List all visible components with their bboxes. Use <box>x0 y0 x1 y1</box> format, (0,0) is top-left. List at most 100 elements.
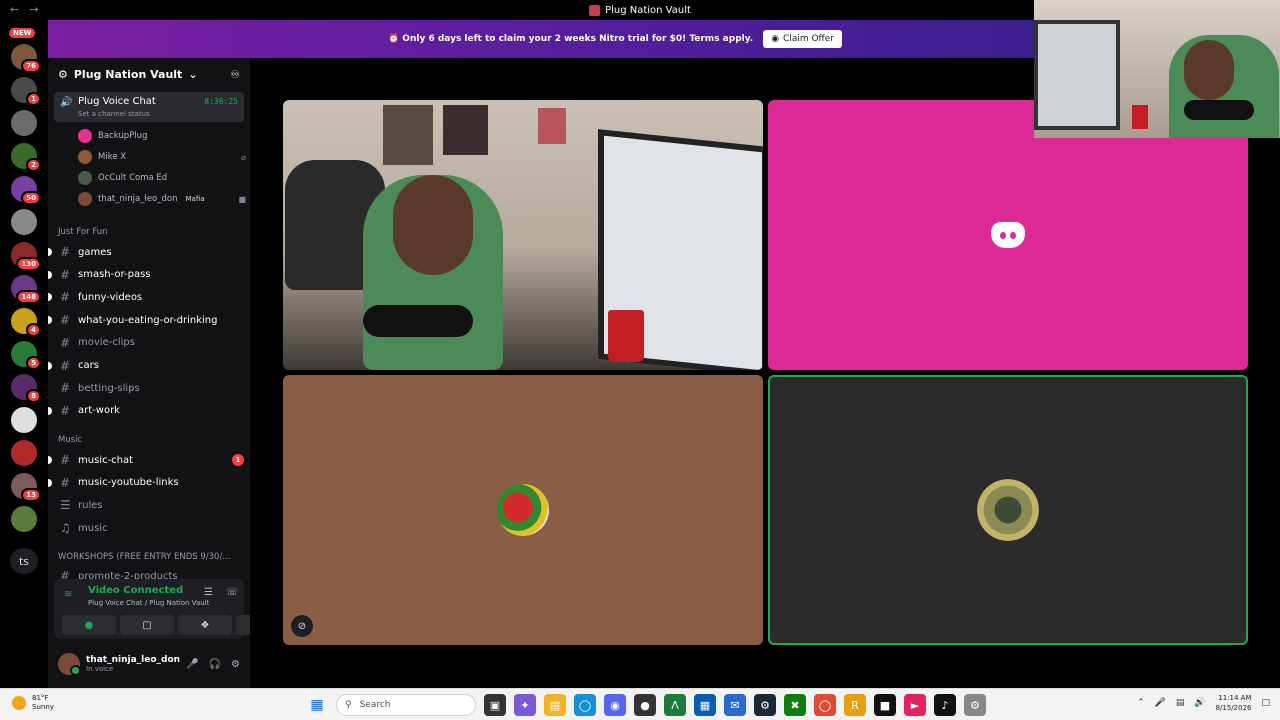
server-ts[interactable]: ts <box>10 548 38 574</box>
voice-connected-panel: ≋ Video Connected Plug Voice Chat / Plug… <box>54 579 250 639</box>
member-name: Mike X <box>98 152 127 162</box>
channel-item[interactable]: # movie-clips <box>58 333 244 353</box>
windows-start-icon[interactable]: ▦ <box>306 694 328 716</box>
channel-item[interactable]: # smash-or-pass <box>48 265 244 285</box>
task-view-icon[interactable]: ▣ <box>484 694 506 716</box>
category-music[interactable]: Music <box>58 435 82 445</box>
server-icon[interactable]: 76 <box>11 44 41 73</box>
activities-button[interactable]: ❖ <box>178 615 232 635</box>
server-icon[interactable]: 148 <box>11 275 41 304</box>
category-workshops[interactable]: WORKSHOPS (FREE ENTRY ENDS 9/30/... <box>58 552 230 562</box>
channel-item[interactable]: # what-you-eating-or-drinking <box>48 310 244 330</box>
computer-monitor <box>1034 20 1120 130</box>
channel-item[interactable]: # music-youtube-links <box>48 473 244 493</box>
tiktok-icon[interactable]: ♪ <box>934 694 956 716</box>
user-panel: that_ninja_leo_don In voice 🎤 🎧 ⚙ <box>54 646 244 682</box>
forward-arrow-icon[interactable]: → <box>29 3 38 16</box>
settings-icon[interactable]: ⚙ <box>964 694 986 716</box>
channel-item[interactable]: ☰ rules <box>58 495 244 515</box>
voice-member[interactable]: OcCult Coma Ed <box>78 168 246 188</box>
channel-name: what-you-eating-or-drinking <box>78 314 218 326</box>
server-icon[interactable] <box>11 209 37 235</box>
channel-item[interactable]: # art-work <box>48 401 244 421</box>
server-icon[interactable]: 2 <box>11 143 41 172</box>
server-icon[interactable]: 130 <box>11 242 41 271</box>
server-icon[interactable] <box>11 407 37 433</box>
channel-name: music-youtube-links <box>78 477 179 489</box>
claim-offer-button[interactable]: ◉ Claim Offer <box>763 30 842 48</box>
network-icon[interactable]: ▤ <box>1176 698 1185 708</box>
channel-item[interactable]: # games <box>48 242 244 262</box>
noise-suppression-icon[interactable]: ☰ <box>204 587 213 598</box>
chevron-up-icon[interactable]: ⌃ <box>1137 698 1145 708</box>
disconnect-icon[interactable]: ☏ <box>226 587 239 598</box>
discord-app-icon[interactable]: ◉ <box>604 694 626 716</box>
video-tile-webcam[interactable] <box>283 100 763 370</box>
server-icon[interactable] <box>11 110 37 136</box>
clock[interactable]: 11:14 AM 8/15/2026 <box>1216 693 1252 713</box>
voice-member[interactable]: Mike X ⌀ <box>78 147 246 167</box>
store-icon[interactable]: ▦ <box>694 694 716 716</box>
channel-name: music-chat <box>78 454 134 466</box>
microphone-icon[interactable]: 🎤 <box>1155 698 1166 708</box>
wall-poster <box>538 108 566 144</box>
server-icon[interactable] <box>11 440 37 466</box>
voice-member[interactable]: BackupPlug <box>78 126 246 146</box>
video-tile-speaking[interactable] <box>768 375 1248 645</box>
add-member-icon[interactable]: ♾ <box>230 68 240 81</box>
channel-item[interactable]: # music-chat 1 <box>48 450 244 470</box>
settings-gear-icon[interactable]: ⚙ <box>231 659 240 670</box>
steam-icon[interactable]: ⚙ <box>754 694 776 716</box>
notification-bell-icon[interactable]: □ <box>1261 698 1270 708</box>
voice-member[interactable]: that_ninja_leo_don Mafia ■ <box>78 189 246 209</box>
app-icon[interactable]: Λ <box>664 694 686 716</box>
capcut-icon[interactable]: ► <box>904 694 926 716</box>
weather-widget[interactable]: 81°F Sunny <box>12 694 54 712</box>
file-explorer-icon[interactable]: ▤ <box>544 694 566 716</box>
xbox-icon[interactable]: ✖ <box>784 694 806 716</box>
channel-sidebar: ⚙ Plug Nation Vault ⌄ ♾ 🔊 Plug Voice Cha… <box>48 58 250 688</box>
call-of-duty-icon[interactable]: ■ <box>874 694 896 716</box>
nitro-message: ⏰ Only 6 days left to claim your 2 weeks… <box>387 34 754 44</box>
microphone-icon[interactable]: 🎤 <box>186 659 198 670</box>
wall-poster <box>443 105 488 155</box>
channel-status[interactable]: Set a channel status <box>78 110 150 118</box>
unread-badge: 50 <box>21 191 41 205</box>
chrome-icon[interactable]: ◯ <box>814 694 836 716</box>
channel-item[interactable]: # funny-videos <box>48 287 244 307</box>
channel-item[interactable]: # cars <box>48 356 244 376</box>
webcam-overlay <box>1034 0 1280 138</box>
category-just-for-fun[interactable]: Just For Fun <box>58 227 108 237</box>
server-icon[interactable]: 4 <box>11 308 41 337</box>
server-icon[interactable]: 13 <box>11 473 41 502</box>
camera-button[interactable]: ● <box>62 615 116 635</box>
outlook-icon[interactable]: ✉ <box>724 694 746 716</box>
hashtag-icon: # <box>60 335 71 350</box>
server-icon[interactable]: 1 <box>11 77 41 106</box>
soundboard-button[interactable]: ♫ <box>236 615 250 635</box>
channel-item[interactable]: ♫ music <box>58 518 244 538</box>
copilot-icon[interactable]: ✦ <box>514 694 536 716</box>
obs-icon[interactable]: ● <box>634 694 656 716</box>
edge-browser-icon[interactable]: ◯ <box>574 694 596 716</box>
server-header[interactable]: ⚙ Plug Nation Vault ⌄ ♾ <box>48 58 250 90</box>
headphones-icon[interactable]: 🎧 <box>209 659 221 670</box>
unread-badge: 2 <box>26 158 41 172</box>
server-icon[interactable]: 8 <box>11 374 41 403</box>
back-arrow-icon[interactable]: ← <box>10 3 19 16</box>
channel-item[interactable]: # betting-slips <box>58 378 244 398</box>
server-icon[interactable]: 50 <box>11 176 41 205</box>
voice-channel-active[interactable]: 🔊 Plug Voice Chat 8:36:25 Set a channel … <box>54 92 244 122</box>
taskbar-search[interactable]: ⚲ Search <box>336 694 476 716</box>
red-cup <box>1132 105 1148 129</box>
server-icon[interactable] <box>11 506 37 532</box>
server-icon[interactable]: 5 <box>11 341 41 370</box>
rockstar-icon[interactable]: R <box>844 694 866 716</box>
volume-icon[interactable]: 🔊 <box>1194 698 1205 708</box>
video-tile-no-camera[interactable] <box>768 100 1248 370</box>
server-rail: NEW ts 76 1 2 50 130 148 4 5 8 13 <box>0 20 48 688</box>
member-tag: Mafia <box>185 195 205 203</box>
avatar[interactable] <box>58 653 81 676</box>
video-tile-avatar[interactable]: ⊘ <box>283 375 763 645</box>
screen-share-button[interactable]: ▢ <box>120 615 174 635</box>
